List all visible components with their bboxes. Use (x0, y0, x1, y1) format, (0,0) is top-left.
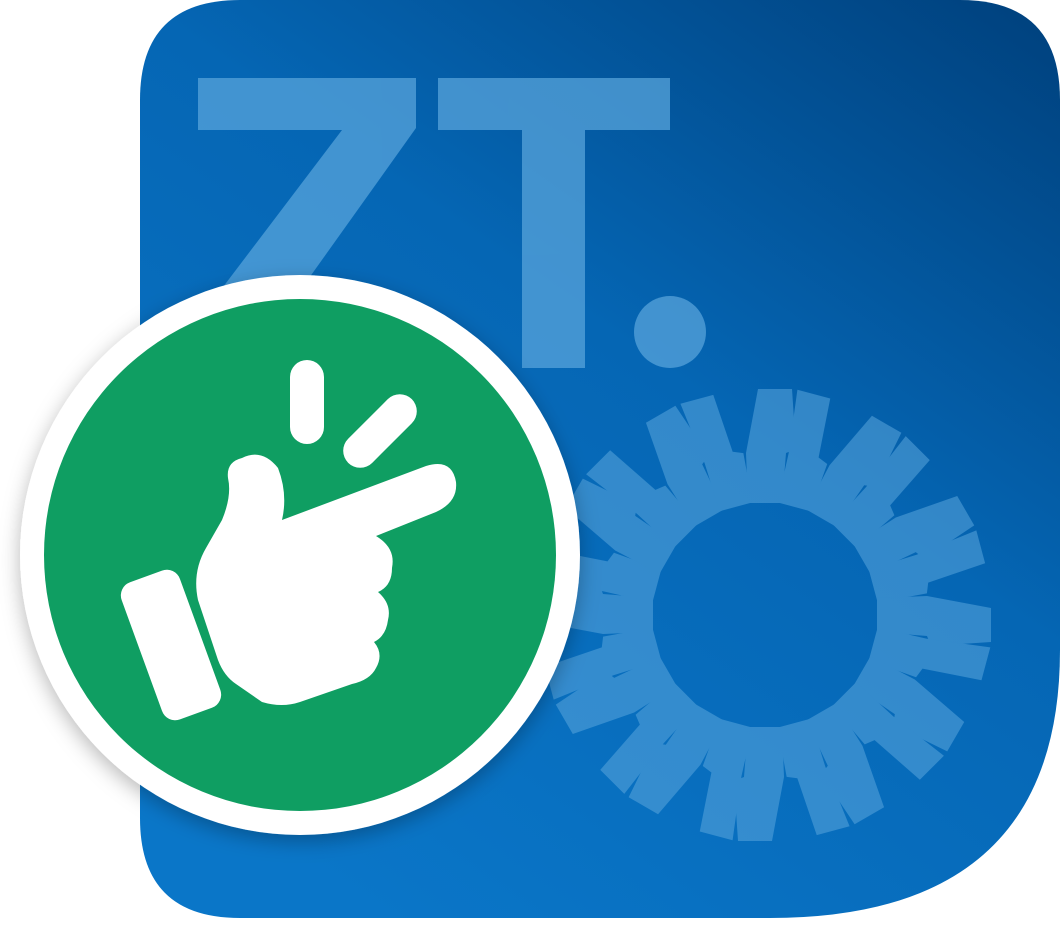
app-icon-graphic (20, 0, 1060, 918)
app-icon (0, 0, 1062, 952)
